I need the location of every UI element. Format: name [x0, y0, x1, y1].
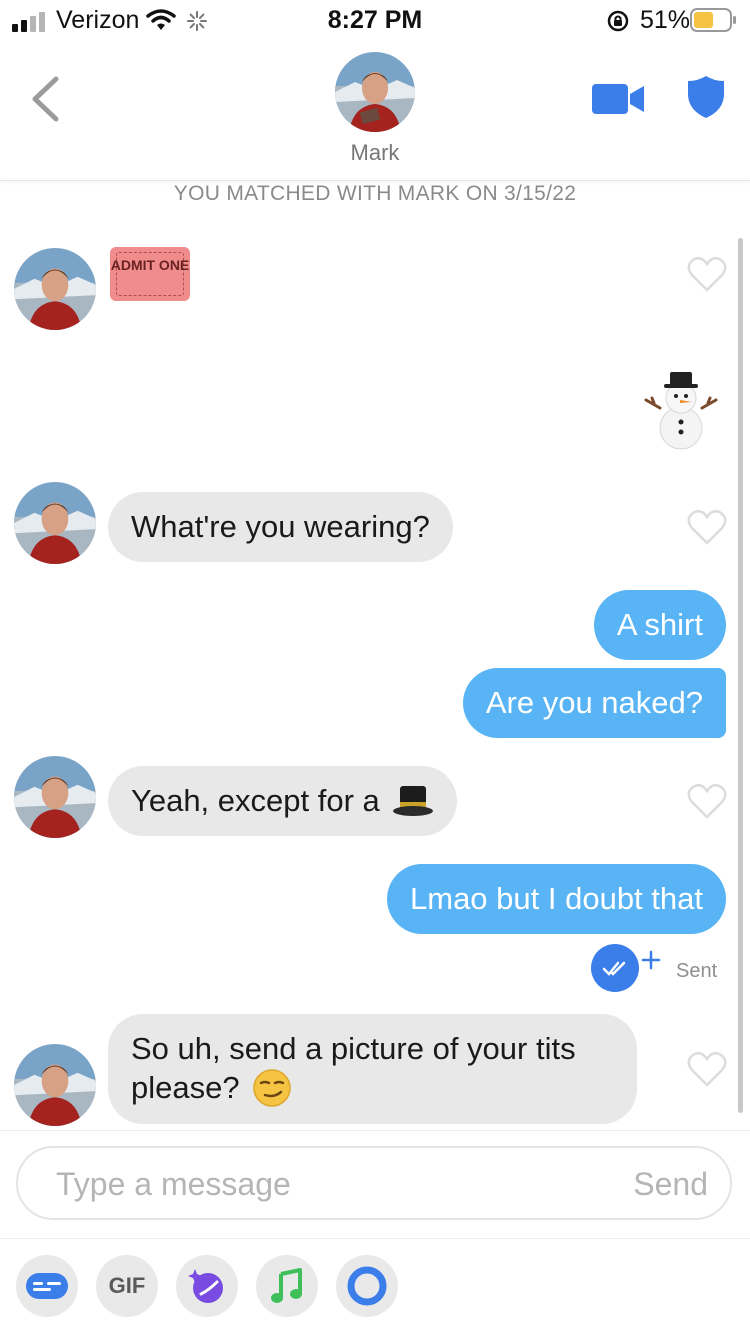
gif-label: GIF	[108, 1273, 146, 1298]
sender-avatar[interactable]	[14, 756, 96, 838]
battery-percentage: 51%	[640, 6, 691, 34]
clock: 8:27 PM	[327, 6, 423, 34]
sticker-tray-button[interactable]	[16, 1255, 78, 1317]
sender-avatar[interactable]	[14, 248, 96, 330]
like-heart-icon[interactable]	[687, 256, 727, 292]
rotation-lock-icon	[607, 10, 629, 32]
sent-status: Sent	[676, 960, 718, 982]
sender-avatar[interactable]	[14, 1044, 96, 1126]
double-check-icon	[602, 961, 626, 976]
like-heart-icon[interactable]	[687, 783, 727, 819]
plus-icon[interactable]	[641, 950, 661, 970]
ring-icon	[347, 1266, 387, 1306]
ticket-sticker[interactable]: ADMIT ONE	[110, 247, 190, 301]
send-button[interactable]: Send	[633, 1166, 708, 1203]
profile-photo	[14, 1044, 96, 1126]
like-heart-icon[interactable]	[687, 509, 727, 545]
battery-icon	[690, 8, 736, 32]
received-message[interactable]: So uh, send a picture of your tits pleas…	[108, 1014, 637, 1124]
gif-button[interactable]: GIF	[96, 1255, 158, 1317]
top-hat-emoji	[392, 786, 433, 816]
message-input[interactable]: Type a message Send	[16, 1146, 732, 1220]
snowman-emoji[interactable]	[642, 370, 720, 450]
music-note-icon	[271, 1268, 302, 1303]
safety-shield-icon[interactable]	[686, 74, 726, 120]
sent-message[interactable]: Are you naked?	[462, 668, 726, 738]
match-name: Mark	[350, 140, 400, 165]
scrollbar[interactable]	[738, 238, 743, 1113]
sticker-button[interactable]	[176, 1255, 238, 1317]
loop-button[interactable]	[336, 1255, 398, 1317]
profile-photo	[14, 482, 96, 564]
sent-message[interactable]: A shirt	[593, 590, 726, 660]
back-chevron-icon[interactable]	[30, 76, 60, 122]
sent-message[interactable]: Lmao but I doubt that	[387, 864, 726, 934]
message-text-line-1: So uh, send a picture of your tits	[131, 1031, 576, 1066]
message-text-line-2: please?	[131, 1070, 240, 1105]
message-text: Yeah, except for a	[131, 783, 380, 818]
ticket-text: ADMIT ONE	[110, 257, 190, 273]
received-message[interactable]: Yeah, except for a	[108, 766, 457, 836]
message-placeholder: Type a message	[56, 1166, 291, 1202]
header-avatar[interactable]	[335, 52, 415, 132]
profile-photo	[14, 248, 96, 330]
like-heart-icon[interactable]	[687, 1051, 727, 1087]
tray-divider	[0, 1238, 750, 1239]
composer-divider	[0, 1130, 750, 1131]
sparkle-sticker-icon	[188, 1269, 223, 1303]
smirk-emoji	[252, 1069, 291, 1107]
music-button[interactable]	[256, 1255, 318, 1317]
status-bar: Verizon 8:27 PM 51%	[0, 0, 750, 44]
profile-photo	[14, 756, 96, 838]
received-message[interactable]: What're you wearing?	[108, 492, 453, 562]
read-receipt-badge[interactable]	[591, 944, 639, 992]
keyboard-card-icon	[26, 1273, 68, 1299]
profile-photo	[335, 52, 415, 132]
match-date-notice: YOU MATCHED WITH MARK ON 3/15/22	[173, 182, 577, 205]
video-call-icon[interactable]	[592, 82, 646, 116]
sender-avatar[interactable]	[14, 482, 96, 564]
